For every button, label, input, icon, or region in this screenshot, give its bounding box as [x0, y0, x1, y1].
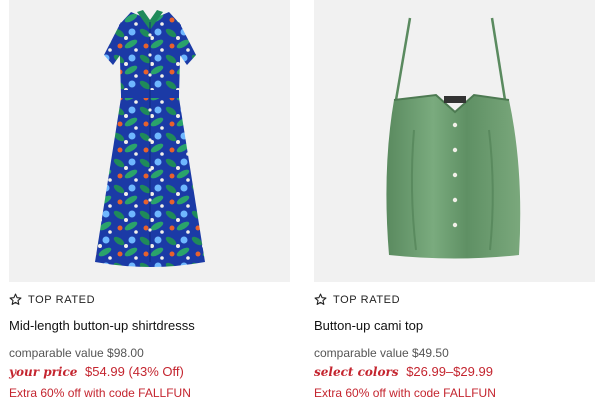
comparable-value: comparable value $98.00 [9, 346, 144, 360]
sale-price: $54.99 [85, 364, 125, 379]
product-image-cami[interactable] [314, 0, 595, 282]
promo-text: Extra 60% off with code FALLFUN [9, 386, 191, 400]
price-row: your price $54.99 (43% Off) [9, 364, 184, 379]
price-label: select colors [314, 365, 399, 379]
product-card[interactable]: TOP RATED Button-up cami top comparable … [314, 0, 595, 400]
product-title[interactable]: Button-up cami top [314, 318, 423, 333]
product-title[interactable]: Mid-length button-up shirtdresss [9, 318, 195, 333]
star-outline-icon [314, 293, 327, 305]
top-rated-label: TOP RATED [333, 293, 401, 306]
top-rated-badge: TOP RATED [314, 293, 400, 306]
price-label: your price [9, 365, 78, 379]
product-image-shirtdress[interactable] [9, 0, 290, 282]
shirtdress-illustration [95, 10, 205, 267]
comparable-value: comparable value $49.50 [314, 346, 449, 360]
product-card[interactable]: TOP RATED Mid-length button-up shirtdres… [9, 0, 290, 400]
price-row: select colors $26.99–$29.99 [314, 364, 493, 379]
sale-price: $26.99–$29.99 [406, 364, 493, 379]
discount-percent: (43% Off) [128, 364, 184, 379]
top-rated-badge: TOP RATED [9, 293, 95, 306]
top-rated-label: TOP RATED [28, 293, 96, 306]
promo-text: Extra 60% off with code FALLFUN [314, 386, 496, 400]
star-outline-icon [9, 293, 22, 305]
cami-illustration [386, 17, 521, 259]
